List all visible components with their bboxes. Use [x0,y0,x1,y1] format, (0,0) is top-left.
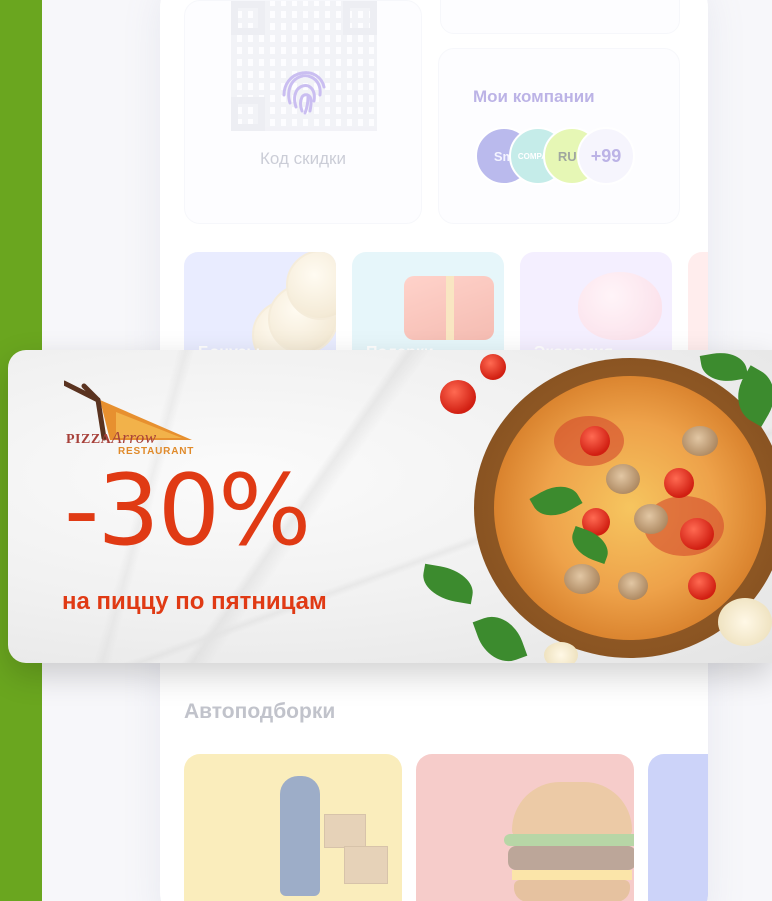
discount-code-label: Код скидки [260,149,346,168]
tomato-slice [688,572,716,600]
piggy-bank-illustration [578,272,662,340]
top-card-partial[interactable] [440,0,680,34]
gift-illustration [404,276,494,340]
discount-value: -30% [64,454,311,568]
auto-selection-card-burger[interactable] [416,754,634,901]
cherry-tomato [440,380,476,414]
cherry-tomato [480,354,506,380]
mushroom [634,504,668,534]
promo-banner[interactable]: PIZZAArrow RESTAURANT -30% на пиццу по п… [8,350,772,663]
auto-selection-card-partial[interactable] [648,754,708,901]
auto-selections-title: Автоподборки [184,700,336,723]
cauliflower [544,642,578,663]
my-companies-card[interactable]: Мои компании Sm COMPANY RUH +99 [438,48,680,224]
tomato-slice [680,518,714,550]
burger-illustration [512,782,632,838]
basil-leaf [566,525,614,565]
more-companies-badge[interactable]: +99 [577,127,635,185]
pizza-image [494,376,766,640]
tomato-slice [664,468,694,498]
mushroom [618,572,648,600]
gift-ribbon [446,276,454,340]
courier-illustration [280,776,320,896]
box-illustration [324,814,366,848]
mushroom [682,426,718,456]
brand-name: PIZZAArrow [66,428,157,447]
promo-text: на пиццу по пятницам [62,588,327,615]
cauliflower [718,598,772,646]
my-companies-title: Мои компании [473,87,595,106]
basil-leaf [529,477,583,525]
box-illustration [344,846,388,884]
fingerprint-icon [282,71,326,115]
company-logos: Sm COMPANY RUH +99 [475,127,675,187]
mushroom [606,464,640,494]
tomato-slice [580,426,610,456]
auto-selection-card-delivery[interactable] [184,754,402,901]
discount-code-card[interactable]: Код скидки [184,0,422,224]
mushroom [564,564,600,594]
